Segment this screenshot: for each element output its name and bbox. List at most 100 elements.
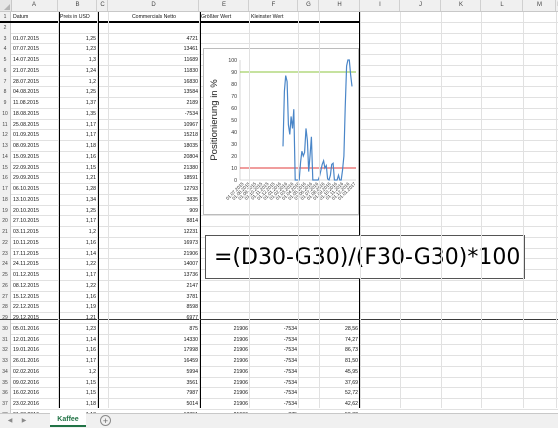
cell-f[interactable]: [200, 216, 249, 227]
row-number[interactable]: 13: [0, 141, 11, 152]
cell-a[interactable]: 15.09.2015: [12, 152, 58, 163]
cell-d[interactable]: 21906: [109, 249, 199, 260]
cell-a[interactable]: 11.08.2015: [12, 98, 58, 109]
cell-b[interactable]: 1,17: [59, 270, 97, 281]
cell-b[interactable]: 1,22: [59, 259, 97, 270]
cell-b[interactable]: 1,17: [59, 120, 97, 131]
cell-d[interactable]: 4721: [109, 34, 199, 45]
cell-g[interactable]: [250, 302, 298, 313]
cell-b[interactable]: 1,16: [59, 152, 97, 163]
cell-d[interactable]: 2189: [109, 98, 199, 109]
cell-i[interactable]: 52,72: [320, 388, 359, 399]
cell-b[interactable]: 1,28: [59, 184, 97, 195]
cell-g[interactable]: [250, 34, 298, 45]
row-number[interactable]: 21: [0, 227, 11, 238]
row-number[interactable]: 4: [0, 44, 11, 55]
cell-a[interactable]: 13.10.2015: [12, 195, 58, 206]
cell-a[interactable]: 08.12.2015: [12, 281, 58, 292]
cell-b[interactable]: 1,22: [59, 281, 97, 292]
cell-f[interactable]: 21906: [200, 378, 249, 389]
row-number[interactable]: 5: [0, 55, 11, 66]
cell-i[interactable]: 28,56: [320, 324, 359, 335]
cell-d[interactable]: 875: [109, 324, 199, 335]
cell-d[interactable]: 18035: [109, 141, 199, 152]
cell-b[interactable]: 1,34: [59, 195, 97, 206]
cell-d[interactable]: 8598: [109, 302, 199, 313]
cell-d[interactable]: 11689: [109, 55, 199, 66]
cell-d[interactable]: 14330: [109, 335, 199, 346]
cell-b[interactable]: 1,3: [59, 55, 97, 66]
cell-d[interactable]: 16973: [109, 238, 199, 249]
cell-b[interactable]: 1,18: [59, 141, 97, 152]
row-number[interactable]: 32: [0, 345, 11, 356]
row-number[interactable]: 24: [0, 259, 11, 270]
cell-b[interactable]: 1,2: [59, 77, 97, 88]
cell-i[interactable]: 37,69: [320, 378, 359, 389]
row-number[interactable]: 15: [0, 162, 11, 174]
cell-b[interactable]: 1,15: [59, 388, 97, 399]
cell-a[interactable]: 29.09.2015: [12, 173, 58, 184]
column-header-d[interactable]: D: [109, 0, 199, 11]
cell-i[interactable]: 74,27: [320, 335, 359, 346]
row-number[interactable]: 25: [0, 270, 11, 281]
cell-i[interactable]: 81,50: [320, 356, 359, 367]
cell-g[interactable]: [250, 23, 298, 34]
cell-d[interactable]: 13736: [109, 270, 199, 281]
cell-d[interactable]: 18591: [109, 173, 199, 184]
row-number[interactable]: 26: [0, 280, 11, 292]
row-number[interactable]: 31: [0, 334, 11, 346]
cell-b[interactable]: 1,16: [59, 345, 97, 356]
cell-f[interactable]: 21906: [200, 324, 249, 335]
cell-a[interactable]: [12, 23, 58, 34]
row-number[interactable]: 8: [0, 87, 11, 98]
cell-b[interactable]: 1,17: [59, 356, 97, 367]
row-number[interactable]: 9: [0, 98, 11, 109]
cell-g[interactable]: -7534: [250, 378, 298, 389]
cell-a[interactable]: 04.08.2015: [12, 87, 58, 98]
column-header-f[interactable]: F: [250, 0, 298, 11]
line-chart[interactable]: 0 10 20 30 40 50 60 70 80 90 100 Positionierung in …: [203, 48, 359, 215]
row-number[interactable]: 11: [0, 119, 11, 131]
cell-d[interactable]: 15218: [109, 130, 199, 141]
cell-f[interactable]: 21906: [200, 388, 249, 399]
column-header-c[interactable]: C: [98, 0, 108, 11]
cell-d[interactable]: 3561: [109, 378, 199, 389]
cell-a[interactable]: 01.07.2015: [12, 34, 58, 45]
column-header-j[interactable]: J: [401, 0, 441, 11]
cell-f[interactable]: 21906: [200, 345, 249, 356]
cell-i[interactable]: [320, 23, 359, 34]
cell-a[interactable]: 17.11.2015: [12, 249, 58, 260]
cell-d[interactable]: 5014: [109, 399, 199, 410]
column-header-a[interactable]: A: [11, 0, 58, 11]
cell-b[interactable]: 1,16: [59, 238, 97, 249]
cell-d[interactable]: 5994: [109, 367, 199, 378]
cell-d[interactable]: 14007: [109, 259, 199, 270]
cell-b[interactable]: 1,24: [59, 66, 97, 77]
cell-a[interactable]: 01.09.2015: [12, 130, 58, 141]
cell-g[interactable]: [250, 216, 298, 227]
cell-g[interactable]: -7534: [250, 324, 298, 335]
cell-a[interactable]: 06.10.2015: [12, 184, 58, 195]
cell-b[interactable]: 1,25: [59, 34, 97, 45]
cell-a[interactable]: 09.02.2016: [12, 378, 58, 389]
cell-f[interactable]: 21906: [200, 399, 249, 410]
cell-b[interactable]: 1,18: [59, 399, 97, 410]
cell-i[interactable]: [320, 34, 359, 45]
cell-b[interactable]: 1,35: [59, 109, 97, 120]
cell-d[interactable]: 12231: [109, 227, 199, 238]
cell-a[interactable]: 20.10.2015: [12, 206, 58, 217]
row-number[interactable]: 37: [0, 399, 11, 410]
row-number[interactable]: 22: [0, 237, 11, 249]
cell-a[interactable]: 22.09.2015: [12, 163, 58, 174]
cell-f[interactable]: [200, 302, 249, 313]
cell-a[interactable]: 03.11.2015: [12, 227, 58, 238]
sheet-tab-kaffee[interactable]: Kaffee: [50, 413, 86, 427]
cell-d[interactable]: 21380: [109, 163, 199, 174]
cell-b[interactable]: 1,15: [59, 378, 97, 389]
cell-d[interactable]: 16830: [109, 77, 199, 88]
cell-a[interactable]: 23.02.2016: [12, 399, 58, 410]
row-number[interactable]: 27: [0, 291, 11, 303]
cell-d[interactable]: 909: [109, 206, 199, 217]
cell-b[interactable]: 1,17: [59, 216, 97, 227]
cell-g[interactable]: -7534: [250, 399, 298, 410]
